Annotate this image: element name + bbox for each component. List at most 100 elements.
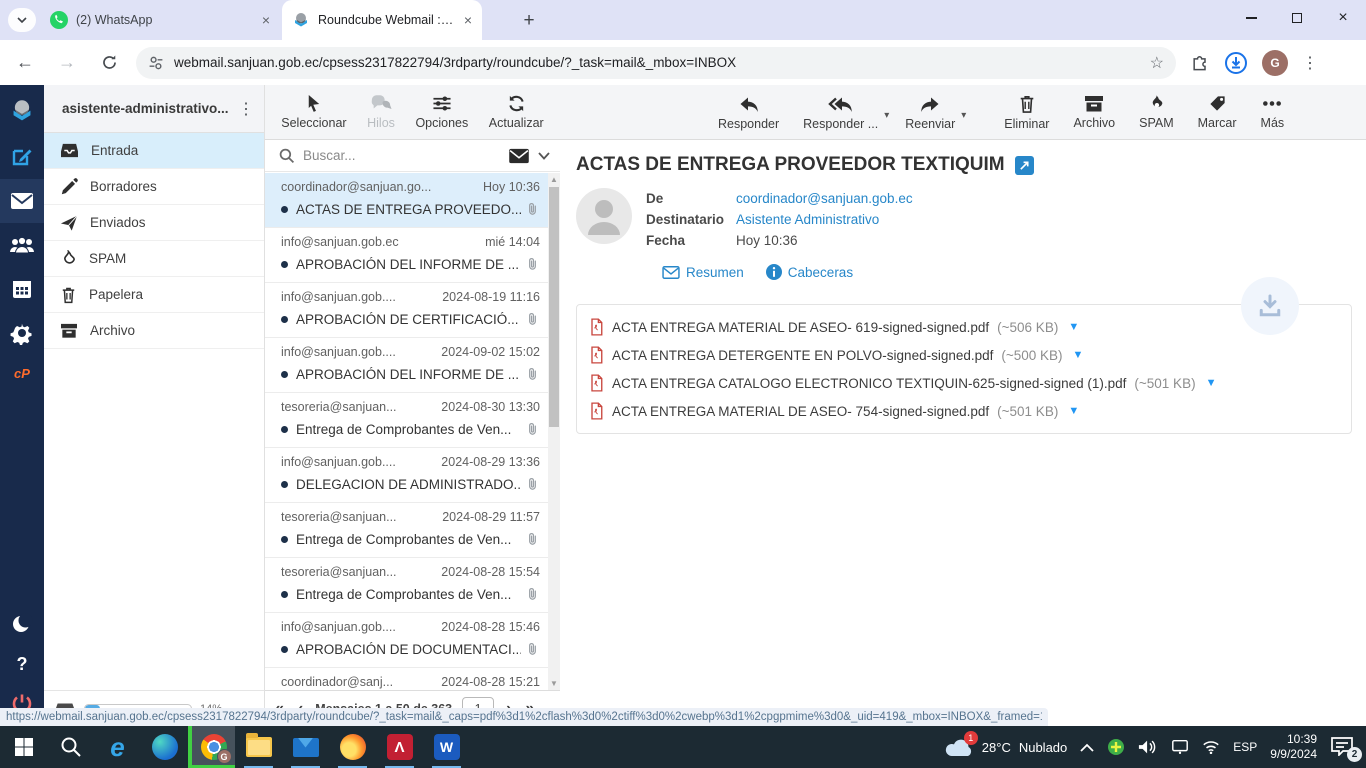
back-button[interactable]: ← bbox=[8, 46, 42, 80]
attachment-item[interactable]: ACTA ENTREGA CATALOGO ELECTRONICO TEXTIQ… bbox=[589, 369, 1339, 397]
folder-archive[interactable]: Archivo bbox=[44, 313, 264, 349]
taskbar-chrome[interactable]: G bbox=[188, 726, 235, 768]
attachment-name[interactable]: ACTA ENTREGA MATERIAL DE ASEO- 619-signe… bbox=[612, 320, 989, 335]
compose-button[interactable] bbox=[0, 135, 44, 179]
search-input[interactable] bbox=[303, 148, 500, 163]
language-indicator[interactable]: ESP bbox=[1233, 740, 1257, 754]
attachment-menu-icon[interactable]: ▼ bbox=[1206, 377, 1217, 389]
start-button[interactable] bbox=[0, 726, 47, 768]
taskbar-edge[interactable] bbox=[141, 726, 188, 768]
extensions-icon[interactable] bbox=[1190, 53, 1210, 73]
dark-mode-button[interactable] bbox=[0, 602, 44, 646]
reply-all-button[interactable]: Responder ... bbox=[793, 94, 888, 131]
restore-button[interactable] bbox=[1274, 0, 1320, 36]
forward-button[interactable]: → bbox=[50, 46, 84, 80]
mark-button[interactable]: Marcar bbox=[1188, 94, 1247, 130]
attachment-item[interactable]: ACTA ENTREGA DETERGENTE EN POLVO-signed-… bbox=[589, 341, 1339, 369]
attachment-name[interactable]: ACTA ENTREGA DETERGENTE EN POLVO-signed-… bbox=[612, 348, 993, 363]
clock[interactable]: 10:39 9/9/2024 bbox=[1270, 732, 1317, 762]
archive-button[interactable]: Archivo bbox=[1063, 95, 1125, 130]
profile-avatar[interactable]: G bbox=[1262, 49, 1288, 76]
to-address-link[interactable]: Asistente Administrativo bbox=[736, 212, 879, 227]
message-row[interactable]: coordinador@sanjuan.go... Hoy 10:36 ACTAS… bbox=[265, 173, 548, 228]
summary-link[interactable]: Resumen bbox=[662, 265, 744, 280]
message-row[interactable]: info@sanjuan.gob.... 2024-08-29 13:36 DEL… bbox=[265, 448, 548, 503]
weather-widget[interactable]: 1 28°C Nublado bbox=[944, 731, 1067, 758]
help-button[interactable]: ? bbox=[0, 646, 44, 682]
attachment-menu-icon[interactable]: ▼ bbox=[1073, 349, 1084, 361]
nav-mail[interactable] bbox=[0, 179, 44, 223]
tray-expand-icon[interactable] bbox=[1080, 743, 1094, 752]
nav-contacts[interactable] bbox=[0, 223, 44, 267]
message-row[interactable]: tesoreria@sanjuan... 2024-08-30 13:30 Ent… bbox=[265, 393, 548, 448]
list-scrollbar[interactable]: ▲ ▼ bbox=[548, 173, 560, 690]
message-row[interactable]: info@sanjuan.gob.... 2024-08-28 15:46 APR… bbox=[265, 613, 548, 668]
antivirus-icon[interactable] bbox=[1107, 738, 1125, 756]
search-scope-mail-icon[interactable] bbox=[508, 148, 530, 164]
message-row[interactable]: coordinador@sanj... 2024-08-28 15:21 bbox=[265, 668, 548, 690]
site-settings-icon[interactable] bbox=[148, 55, 164, 71]
taskbar-mail[interactable] bbox=[282, 726, 329, 768]
nav-cpanel[interactable]: cP bbox=[0, 355, 44, 391]
taskbar-firefox[interactable] bbox=[329, 726, 376, 768]
tab-roundcube[interactable]: Roundcube Webmail :: Entrada × bbox=[282, 0, 482, 40]
new-tab-button[interactable]: + bbox=[516, 8, 542, 34]
wifi-icon[interactable] bbox=[1202, 740, 1220, 754]
message-row[interactable]: info@sanjuan.gob.... 2024-09-02 15:02 APR… bbox=[265, 338, 548, 393]
taskbar-internet-explorer[interactable]: e bbox=[94, 726, 141, 768]
scrollbar-thumb[interactable] bbox=[549, 187, 559, 427]
folder-trash[interactable]: Papelera bbox=[44, 277, 264, 313]
close-icon[interactable]: × bbox=[262, 13, 270, 27]
taskbar-acrobat[interactable]: Λ bbox=[376, 726, 423, 768]
from-address-link[interactable]: coordinador@sanjuan.gob.ec bbox=[736, 191, 913, 206]
select-button[interactable]: Seleccionar bbox=[271, 94, 356, 130]
spam-button[interactable]: SPAM bbox=[1129, 94, 1184, 130]
close-window-button[interactable]: × bbox=[1320, 0, 1366, 36]
attachment-menu-icon[interactable]: ▼ bbox=[1068, 321, 1079, 333]
options-button[interactable]: Opciones bbox=[405, 94, 478, 130]
more-button[interactable]: Más bbox=[1251, 94, 1295, 130]
headers-link[interactable]: Cabeceras bbox=[765, 264, 853, 280]
download-all-button[interactable] bbox=[1241, 277, 1299, 335]
threads-button[interactable]: Hilos bbox=[357, 94, 405, 130]
attachment-item[interactable]: ACTA ENTREGA MATERIAL DE ASEO- 619-signe… bbox=[589, 313, 1339, 341]
notification-center-button[interactable]: 2 bbox=[1330, 736, 1362, 762]
connect-device-icon[interactable] bbox=[1171, 739, 1189, 755]
close-icon[interactable]: × bbox=[464, 13, 472, 27]
search-options-chevron-icon[interactable] bbox=[538, 151, 550, 160]
refresh-button[interactable]: Actualizar bbox=[479, 94, 554, 130]
nav-settings[interactable] bbox=[0, 311, 44, 355]
volume-icon[interactable] bbox=[1138, 739, 1158, 755]
reply-button[interactable]: Responder bbox=[708, 94, 789, 131]
address-bar[interactable]: webmail.sanjuan.gob.ec/cpsess2317822794/… bbox=[136, 46, 1176, 79]
attachment-menu-icon[interactable]: ▼ bbox=[1068, 405, 1079, 417]
forward-menu-icon[interactable]: ▾ bbox=[961, 110, 966, 121]
reload-button[interactable] bbox=[92, 46, 126, 80]
bookmark-star-icon[interactable]: ☆ bbox=[1150, 53, 1164, 73]
attachment-name[interactable]: ACTA ENTREGA CATALOGO ELECTRONICO TEXTIQ… bbox=[612, 376, 1126, 391]
nav-calendar[interactable] bbox=[0, 267, 44, 311]
forward-button[interactable]: Reenviar bbox=[895, 94, 965, 131]
browser-menu-icon[interactable]: ⋮ bbox=[1302, 53, 1318, 73]
url-text[interactable]: webmail.sanjuan.gob.ec/cpsess2317822794/… bbox=[174, 55, 1140, 70]
delete-button[interactable]: Eliminar bbox=[994, 94, 1059, 131]
scroll-down-icon[interactable]: ▼ bbox=[550, 679, 558, 688]
message-row[interactable]: info@sanjuan.gob.... 2024-08-19 11:16 APR… bbox=[265, 283, 548, 338]
message-row[interactable]: info@sanjuan.gob.ec mié 14:04 APROBACIÓN … bbox=[265, 228, 548, 283]
message-row[interactable]: tesoreria@sanjuan... 2024-08-28 15:54 Ent… bbox=[265, 558, 548, 613]
scroll-up-icon[interactable]: ▲ bbox=[550, 175, 558, 184]
taskbar-word[interactable]: W bbox=[423, 726, 470, 768]
tab-search-button[interactable] bbox=[8, 8, 36, 32]
taskbar-file-explorer[interactable] bbox=[235, 726, 282, 768]
attachment-item[interactable]: ACTA ENTREGA MATERIAL DE ASEO- 754-signe… bbox=[589, 397, 1339, 425]
folder-spam[interactable]: SPAM bbox=[44, 241, 264, 277]
folder-inbox[interactable]: Entrada bbox=[44, 133, 264, 169]
tab-whatsapp[interactable]: (2) WhatsApp × bbox=[40, 0, 280, 40]
download-icon[interactable] bbox=[1224, 51, 1248, 75]
minimize-button[interactable] bbox=[1228, 0, 1274, 36]
folder-drafts[interactable]: Borradores bbox=[44, 169, 264, 205]
reply-all-menu-icon[interactable]: ▾ bbox=[884, 110, 889, 121]
folder-sent[interactable]: Enviados bbox=[44, 205, 264, 241]
open-in-new-window-icon[interactable] bbox=[1014, 155, 1034, 175]
folder-options-icon[interactable]: ⋮ bbox=[238, 99, 254, 119]
